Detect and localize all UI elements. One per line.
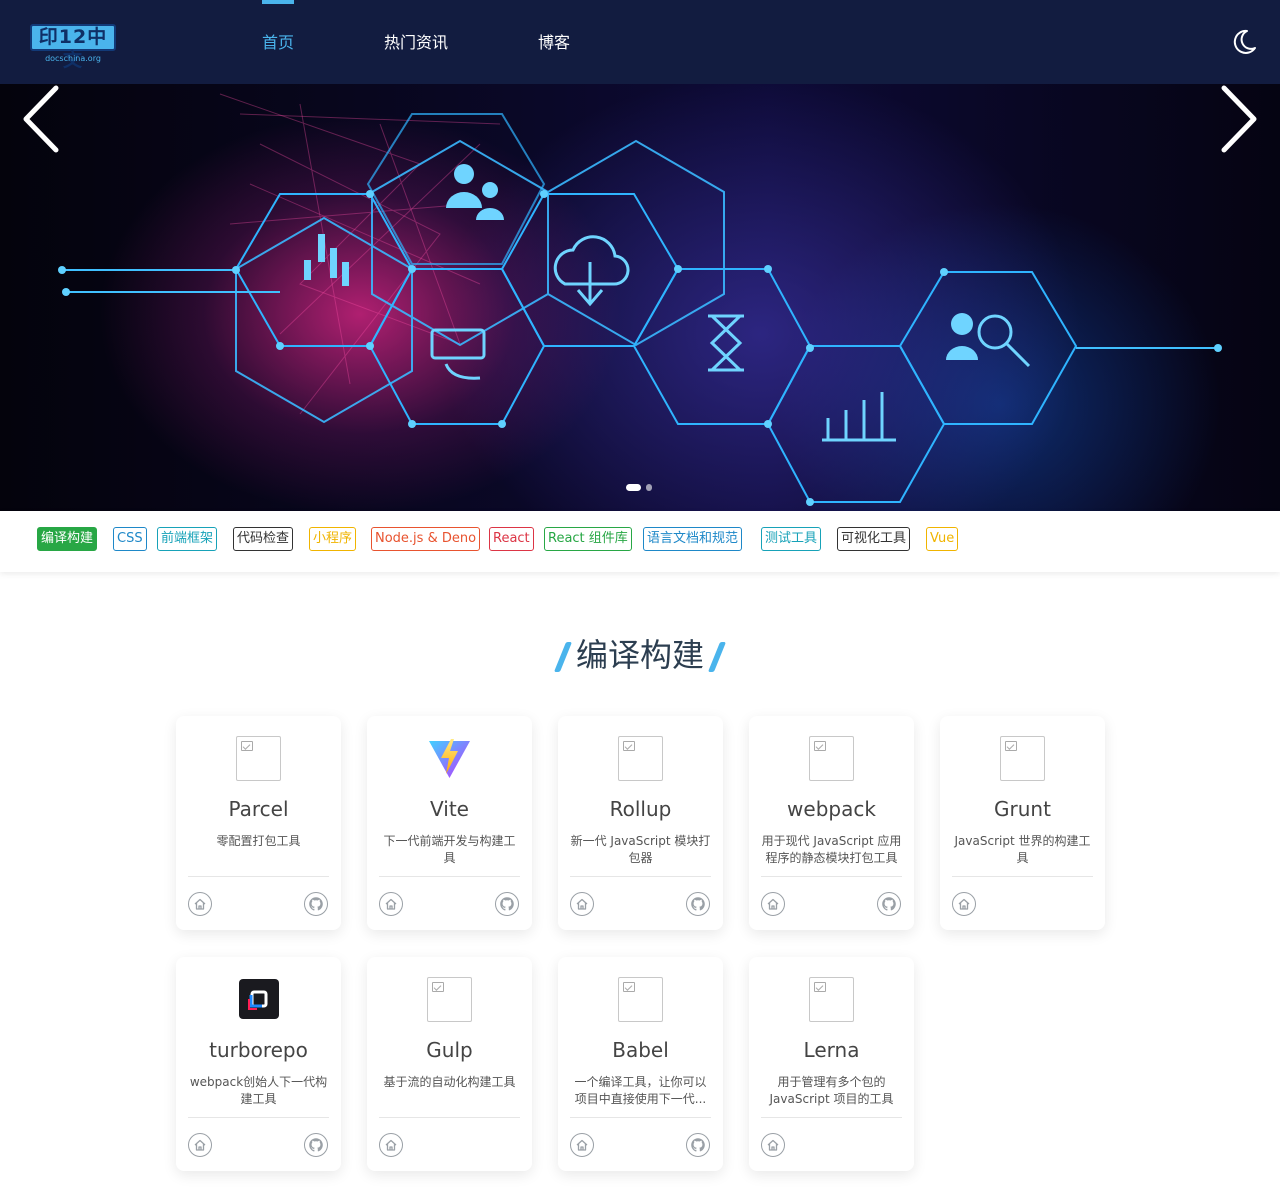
image-placeholder-icon bbox=[618, 977, 663, 1022]
homepage-link-icon[interactable] bbox=[761, 1133, 785, 1157]
tool-card-webpack[interactable]: webpack 用于现代 JavaScript 应用程序的静态模块打包工具 bbox=[749, 716, 914, 930]
image-placeholder-icon bbox=[618, 736, 663, 781]
tag-mini-program[interactable]: 小程序 bbox=[309, 527, 357, 551]
title-slash-right bbox=[707, 642, 727, 672]
hero-slide-image bbox=[58, 93, 1222, 506]
card-title: Babel bbox=[612, 1038, 669, 1062]
card-divider bbox=[188, 1117, 329, 1118]
github-link-icon[interactable] bbox=[304, 892, 328, 916]
image-placeholder-icon bbox=[1000, 736, 1045, 781]
tool-card-vite[interactable]: Vite 下一代前端开发与构建工具 bbox=[367, 716, 532, 930]
card-title: turborepo bbox=[209, 1038, 308, 1062]
tag-code-lint[interactable]: 代码检查 bbox=[233, 527, 294, 551]
site-logo[interactable]: 印12中文 docschina.org bbox=[30, 24, 118, 71]
card-title: Grunt bbox=[994, 797, 1051, 821]
carousel-dot-2[interactable] bbox=[646, 484, 652, 491]
tag-language-docs[interactable]: 语言文档和规范 bbox=[643, 527, 743, 551]
github-link-icon[interactable] bbox=[304, 1133, 328, 1157]
tool-card-gulp[interactable]: Gulp 基于流的自动化构建工具 bbox=[367, 957, 532, 1171]
image-placeholder-icon bbox=[809, 977, 854, 1022]
card-description: 零配置打包工具 bbox=[216, 834, 301, 848]
card-description: JavaScript 世界的构建工具 bbox=[954, 834, 1091, 865]
image-placeholder-icon bbox=[427, 977, 472, 1022]
card-divider bbox=[761, 876, 902, 877]
github-link-icon[interactable] bbox=[686, 892, 710, 916]
card-description: webpack创始人下一代构建工具 bbox=[189, 1075, 328, 1106]
card-title: webpack bbox=[787, 797, 876, 821]
github-link-icon[interactable] bbox=[877, 892, 901, 916]
homepage-link-icon[interactable] bbox=[188, 892, 212, 916]
card-title: Gulp bbox=[426, 1038, 473, 1062]
card-title: Parcel bbox=[228, 797, 289, 821]
carousel-pagination bbox=[626, 484, 656, 492]
image-placeholder-icon bbox=[809, 736, 854, 781]
nav-blog[interactable]: 博客 bbox=[538, 0, 570, 84]
card-description: 用于现代 JavaScript 应用程序的静态模块打包工具 bbox=[761, 834, 902, 865]
card-divider bbox=[379, 1117, 520, 1118]
section-title-text: 编译构建 bbox=[575, 636, 704, 674]
tag-build[interactable]: 编译构建 bbox=[37, 527, 98, 551]
carousel-prev-arrow-icon[interactable] bbox=[20, 84, 60, 154]
github-link-icon[interactable] bbox=[686, 1133, 710, 1157]
homepage-link-icon[interactable] bbox=[379, 892, 403, 916]
tag-react[interactable]: React bbox=[489, 527, 534, 551]
hero-carousel[interactable] bbox=[0, 84, 1280, 511]
card-description: 下一代前端开发与构建工具 bbox=[383, 834, 516, 865]
nav-hot-news[interactable]: 热门资讯 bbox=[384, 0, 448, 84]
tag-vue[interactable]: Vue bbox=[926, 527, 959, 551]
top-header: 印12中文 docschina.org 首页 热门资讯 博客 bbox=[0, 0, 1280, 84]
tag-css[interactable]: CSS bbox=[113, 527, 147, 551]
card-divider bbox=[570, 1117, 711, 1118]
tool-card-turborepo[interactable]: turborepo webpack创始人下一代构建工具 bbox=[176, 957, 341, 1171]
carousel-dot-1[interactable] bbox=[626, 484, 641, 491]
card-description: 一个编译工具，让你可以项目中直接使用下一代... bbox=[574, 1075, 707, 1106]
homepage-link-icon[interactable] bbox=[570, 892, 594, 916]
card-divider bbox=[952, 876, 1093, 877]
card-title: Rollup bbox=[609, 797, 672, 821]
tag-visualization-tools[interactable]: 可视化工具 bbox=[837, 527, 911, 551]
logo-subtitle: docschina.org bbox=[45, 54, 101, 63]
moon-icon[interactable] bbox=[1230, 28, 1258, 56]
card-divider bbox=[761, 1117, 902, 1118]
tag-testing-tools[interactable]: 测试工具 bbox=[761, 527, 822, 551]
turborepo-logo-icon bbox=[239, 979, 284, 1024]
homepage-link-icon[interactable] bbox=[952, 892, 976, 916]
section-heading: 编译构建 bbox=[0, 632, 1280, 678]
tag-nodejs-deno[interactable]: Node.js & Deno bbox=[371, 527, 481, 551]
card-divider bbox=[188, 876, 329, 877]
card-description: 基于流的自动化构建工具 bbox=[383, 1075, 516, 1089]
title-slash-left bbox=[553, 642, 573, 672]
tag-react-components[interactable]: React 组件库 bbox=[544, 527, 632, 551]
vite-logo-icon bbox=[427, 736, 472, 781]
homepage-link-icon[interactable] bbox=[188, 1133, 212, 1157]
tag-frontend-frameworks[interactable]: 前端框架 bbox=[157, 527, 218, 551]
image-placeholder-icon bbox=[236, 736, 281, 781]
homepage-link-icon[interactable] bbox=[570, 1133, 594, 1157]
tool-card-rollup[interactable]: Rollup 新一代 JavaScript 模块打包器 bbox=[558, 716, 723, 930]
logo-text: 印12中文 bbox=[30, 24, 116, 71]
tool-card-parcel[interactable]: Parcel 零配置打包工具 bbox=[176, 716, 341, 930]
card-divider bbox=[570, 876, 711, 877]
category-tag-bar: 编译构建 CSS 前端框架 代码检查 小程序 Node.js & Deno Re… bbox=[0, 511, 1280, 572]
homepage-link-icon[interactable] bbox=[761, 892, 785, 916]
card-divider bbox=[379, 876, 520, 877]
tool-card-babel[interactable]: Babel 一个编译工具，让你可以项目中直接使用下一代... bbox=[558, 957, 723, 1171]
github-link-icon[interactable] bbox=[495, 892, 519, 916]
card-title: Vite bbox=[430, 797, 469, 821]
tool-card-lerna[interactable]: Lerna 用于管理有多个包的 JavaScript 项目的工具 bbox=[749, 957, 914, 1171]
card-description: 用于管理有多个包的 JavaScript 项目的工具 bbox=[769, 1075, 894, 1106]
card-description: 新一代 JavaScript 模块打包器 bbox=[570, 834, 711, 865]
tool-card-grunt[interactable]: Grunt JavaScript 世界的构建工具 bbox=[940, 716, 1105, 930]
homepage-link-icon[interactable] bbox=[379, 1133, 403, 1157]
nav-home[interactable]: 首页 bbox=[262, 0, 294, 84]
carousel-next-arrow-icon[interactable] bbox=[1220, 84, 1260, 154]
card-title: Lerna bbox=[803, 1038, 860, 1062]
